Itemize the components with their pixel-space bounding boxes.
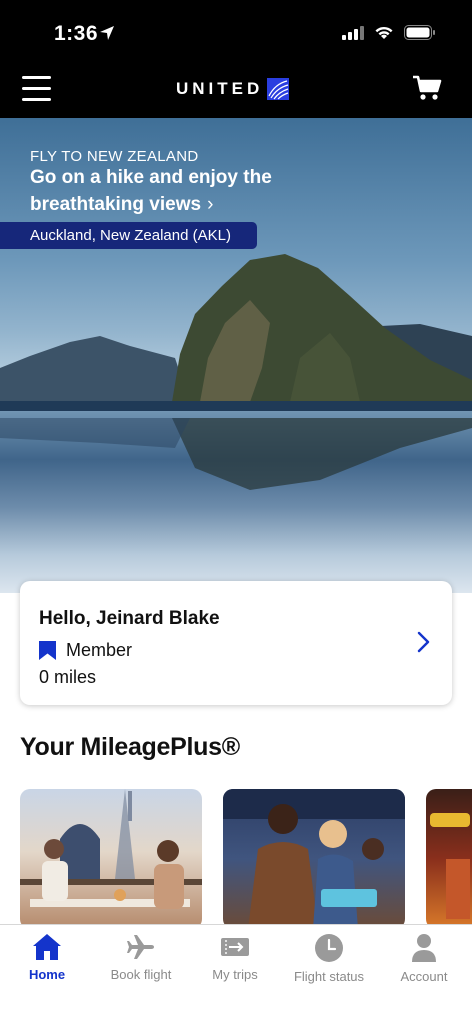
tab-home[interactable]: Home — [0, 933, 94, 982]
ticket-icon — [221, 938, 249, 956]
hero-headline-text: Go on a hike and enjoy the breathtaking … — [30, 167, 272, 215]
cart-button[interactable] — [412, 74, 442, 107]
battery-icon — [404, 25, 435, 40]
tab-my-trips[interactable]: My trips — [188, 933, 282, 982]
tab-book-flight-label: Book flight — [110, 967, 172, 982]
hero-eyebrow: FLY TO NEW ZEALAND — [30, 148, 199, 165]
globe-logo-icon — [267, 78, 290, 100]
airplane-icon — [127, 935, 154, 959]
tab-book-flight[interactable]: Book flight — [94, 933, 188, 982]
hero-headline-link[interactable]: Go on a hike and enjoy the breathtaking … — [30, 164, 330, 218]
location-tag: Auckland, New Zealand (AKL) — [0, 222, 257, 249]
promo-card-partial[interactable] — [426, 789, 472, 929]
tab-account-label: Account — [400, 969, 448, 984]
status-icons — [342, 25, 436, 40]
tab-account[interactable]: Account — [377, 933, 471, 984]
hero-banner[interactable]: FLY TO NEW ZEALAND Go on a hike and enjo… — [0, 118, 472, 593]
cellular-signal-icon — [342, 25, 364, 40]
tab-my-trips-label: My trips — [212, 967, 258, 982]
tab-flight-status[interactable]: Flight status — [282, 933, 376, 984]
hamburger-icon — [22, 76, 51, 79]
logo-text: UNITED — [176, 79, 264, 98]
member-tier-label: Member — [66, 640, 133, 660]
united-logo: UNITED — [176, 78, 290, 100]
home-icon — [33, 934, 61, 960]
chevron-right-icon: › — [207, 194, 214, 215]
wifi-icon — [375, 26, 393, 39]
tab-home-label: Home — [28, 967, 66, 982]
status-time: 1:36 — [54, 22, 99, 45]
location-arrow-icon — [100, 26, 114, 40]
promo-image-partial — [430, 813, 470, 919]
member-miles: 0 miles — [39, 667, 97, 687]
status-bar: 1:36 — [0, 0, 472, 66]
promo-image-paris — [20, 789, 202, 909]
clock-icon — [315, 934, 343, 962]
menu-button[interactable] — [22, 76, 54, 104]
bookmark-icon — [39, 641, 56, 660]
member-greeting: Hello, Jeinard Blake — [39, 608, 220, 629]
promo-card-paris[interactable] — [20, 789, 202, 929]
member-tier: Member — [39, 640, 132, 661]
chevron-right-icon — [417, 631, 430, 653]
section-title: Your MileagePlus® — [20, 733, 240, 761]
promo-image-inflight — [223, 789, 405, 929]
member-card[interactable]: Hello, Jeinard Blake Member 0 miles — [20, 581, 452, 705]
tab-flight-status-label: Flight status — [293, 969, 365, 984]
person-icon — [412, 934, 436, 962]
app-header: UNITED — [0, 66, 472, 118]
promo-card-inflight[interactable] — [223, 789, 405, 929]
cart-icon — [413, 75, 442, 100]
tab-bar: Home Book flight My trips Flight status … — [0, 924, 472, 1024]
